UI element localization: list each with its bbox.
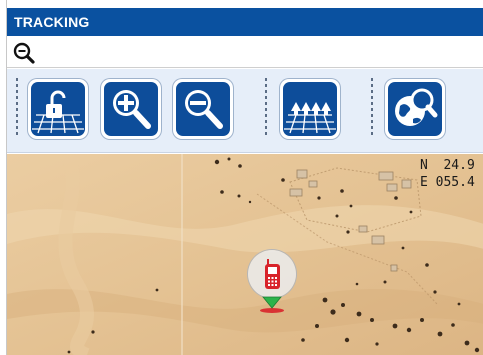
globe-search-icon — [388, 82, 442, 136]
window-title: TRACKING — [7, 8, 483, 36]
longitude-readout: E 055.4 — [420, 175, 475, 190]
zoom-in-icon — [104, 82, 158, 136]
globe-search-button[interactable] — [385, 79, 445, 139]
toolbar-separator — [16, 78, 18, 138]
coordinates-readout: N 24.9 E 055.4 — [420, 157, 475, 191]
group-grid-icon — [283, 82, 337, 136]
zoom-in-button[interactable] — [101, 79, 161, 139]
map-toolbar — [7, 69, 483, 153]
zoom-out-button[interactable] — [173, 79, 233, 139]
latitude-readout: N 24.9 — [420, 158, 475, 173]
toolbar-separator — [265, 78, 267, 138]
satellite-map[interactable]: N 24.9 E 055.4 — [7, 154, 483, 355]
mobile-phone-icon — [265, 259, 280, 289]
tracking-window: TRACKING N 24.9 E 055.4 — [6, 0, 483, 355]
device-marker[interactable] — [248, 250, 296, 298]
group-view-button[interactable] — [280, 79, 340, 139]
search-bar[interactable] — [7, 37, 483, 68]
zoom-out-icon — [176, 82, 230, 136]
unlock-grid-icon — [31, 82, 85, 136]
satellite-imagery — [7, 154, 483, 355]
location-pointer-icon — [260, 296, 284, 313]
toolbar-separator — [371, 78, 373, 138]
magnifier-icon[interactable] — [12, 41, 36, 65]
unlock-map-button[interactable] — [28, 79, 88, 139]
